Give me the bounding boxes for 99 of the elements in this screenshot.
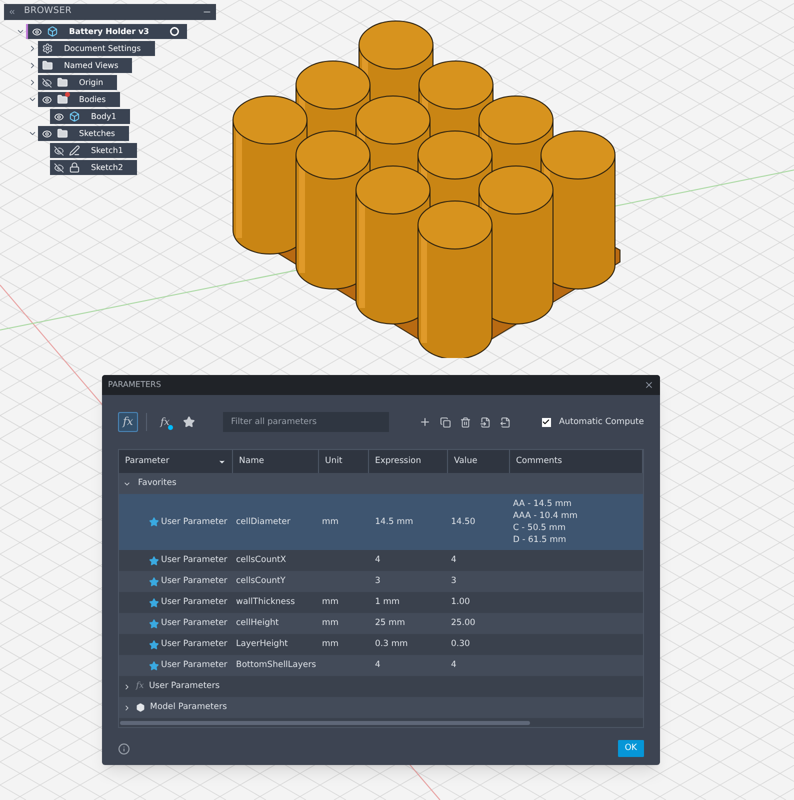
eye-icon[interactable]: [32, 26, 42, 36]
parameter-value: 3: [451, 576, 456, 586]
settings-icon: [42, 43, 53, 54]
comment-line: AAA - 10.4 mm: [513, 510, 579, 522]
parameter-row[interactable]: User Parameter cellDiameter mm 14.5 mm 14.50 AA - 14.5 mm AAA - 10.4 mm C - 50.5 mm D - 61.5 mm: [119, 494, 643, 550]
parameter-name: cellHeight: [236, 618, 279, 628]
parameter-value: 0.30: [451, 639, 470, 650]
parameter-value: 25.00: [451, 618, 476, 628]
parameter-type: User Parameter: [161, 575, 228, 588]
browser-item[interactable]: Sketch2: [50, 160, 138, 175]
expand-icon: [123, 682, 131, 690]
parameter-name: cellsCountX: [236, 555, 286, 566]
parameter-expression: 0.3 mm: [375, 639, 408, 650]
parameter-unit: mm: [322, 597, 339, 608]
parameter-unit: mm: [322, 516, 339, 527]
parameter-row[interactable]: User Parameter cellHeight mm 25 mm 25.00: [119, 613, 643, 634]
browser-item[interactable]: Origin: [38, 75, 118, 90]
body-icon: [69, 111, 80, 122]
favorite-star-icon[interactable]: [149, 556, 159, 566]
folder-icon: [57, 128, 68, 139]
collapse-panel-icon[interactable]: [8, 8, 16, 16]
favorite-star-icon[interactable]: [149, 517, 159, 527]
filter-search-field[interactable]: Filter all parameters: [223, 412, 389, 432]
parameter-row[interactable]: User Parameter cellsCountY 3 3: [119, 571, 643, 592]
eye-icon[interactable]: [42, 94, 52, 104]
automatic-compute-checkbox[interactable]: [542, 418, 551, 426]
fx-label: fx: [136, 680, 144, 693]
dialog-title: PARAMETERS: [108, 379, 162, 391]
filter-tab[interactable]: fx: [118, 412, 138, 432]
favorite-star-icon[interactable]: [149, 576, 159, 586]
eye-off-icon[interactable]: [54, 162, 64, 172]
parameter-type: User Parameter: [161, 659, 228, 672]
group-row[interactable]: Model Parameters: [119, 697, 643, 718]
parameter-expression: 4: [375, 555, 380, 566]
comment-line: D - 61.5 mm: [513, 534, 568, 546]
parameter-expression: 14.5 mm: [375, 516, 414, 527]
folder-icon: [42, 60, 53, 71]
horizontal-scrollbar[interactable]: [120, 720, 530, 724]
expand-icon: [123, 704, 131, 712]
info-icon[interactable]: [118, 742, 130, 754]
parameter-expression: 25 mm: [375, 618, 406, 628]
export-icon[interactable]: [500, 416, 511, 428]
parameter-value: 4: [451, 555, 456, 566]
parameter-type: User Parameter: [161, 638, 228, 651]
parameter-row[interactable]: User Parameter BottomShellLayers 4 4: [119, 655, 643, 676]
parameter-expression: 1 mm: [375, 597, 400, 608]
favorite-star-icon[interactable]: [149, 598, 159, 608]
component-icon: [47, 26, 58, 37]
folder-icon: [57, 77, 68, 88]
error-badge-icon: [65, 92, 70, 97]
locked-sketch-icon: [69, 162, 80, 173]
sketch-icon: [69, 145, 80, 156]
close-icon[interactable]: [644, 380, 654, 390]
browser-item[interactable]: Body1: [50, 109, 130, 124]
copy-icon[interactable]: [440, 416, 451, 428]
parameter-expression: 3: [375, 576, 380, 586]
add-icon[interactable]: [419, 416, 431, 428]
browser-item[interactable]: Sketches: [38, 126, 130, 141]
model-icon: [136, 703, 145, 712]
automatic-compute-label: Automatic Compute: [558, 416, 644, 428]
browser-item[interactable]: Bodies: [38, 92, 120, 107]
parameter-value: 14.50: [451, 516, 476, 527]
parameter-name: wallThickness: [236, 597, 295, 608]
parameter-type: User Parameter: [161, 617, 228, 630]
browser-item[interactable]: Sketch1: [50, 143, 138, 158]
delete-icon[interactable]: [460, 416, 471, 428]
star-icon: [183, 416, 195, 428]
browser-item[interactable]: Battery Holder v3: [26, 24, 188, 39]
folder-icon: [57, 94, 68, 105]
parameter-value: 1.00: [451, 597, 470, 608]
eye-icon[interactable]: [42, 128, 52, 138]
import-icon[interactable]: [480, 416, 491, 428]
expand-icon[interactable]: [28, 129, 36, 138]
favorite-star-icon[interactable]: [149, 640, 159, 650]
filter-tab[interactable]: fx: [155, 412, 175, 432]
browser-item[interactable]: Document Settings: [38, 41, 155, 56]
parameter-type: User Parameter: [161, 554, 228, 567]
eye-off-icon[interactable]: [42, 78, 52, 88]
comment-line: C - 50.5 mm: [513, 522, 567, 534]
favorite-star-icon[interactable]: [149, 660, 159, 670]
parameter-expression: 4: [375, 660, 380, 670]
parameter-type: User Parameter: [161, 596, 228, 609]
parameter-value: 4: [451, 660, 456, 670]
group-row[interactable]: Favorites: [119, 473, 643, 494]
parameter-name: LayerHeight: [236, 639, 288, 650]
parameter-name: cellDiameter: [236, 516, 290, 527]
browser-item[interactable]: Named Views: [38, 58, 132, 73]
parameter-type: User Parameter: [161, 516, 228, 528]
comment-line: AA - 14.5 mm: [513, 498, 573, 510]
parameter-name: BottomShellLayers: [236, 660, 316, 670]
browser-title: BROWSER: [24, 5, 72, 18]
parameter-name: cellsCountY: [236, 576, 286, 586]
favorite-star-icon[interactable]: [149, 618, 159, 628]
active-component-icon[interactable]: [170, 27, 180, 36]
parameter-unit: mm: [322, 639, 339, 650]
eye-icon[interactable]: [54, 112, 64, 122]
check-icon: [542, 418, 550, 426]
parameter-unit: mm: [322, 618, 339, 628]
eye-off-icon[interactable]: [54, 146, 64, 156]
